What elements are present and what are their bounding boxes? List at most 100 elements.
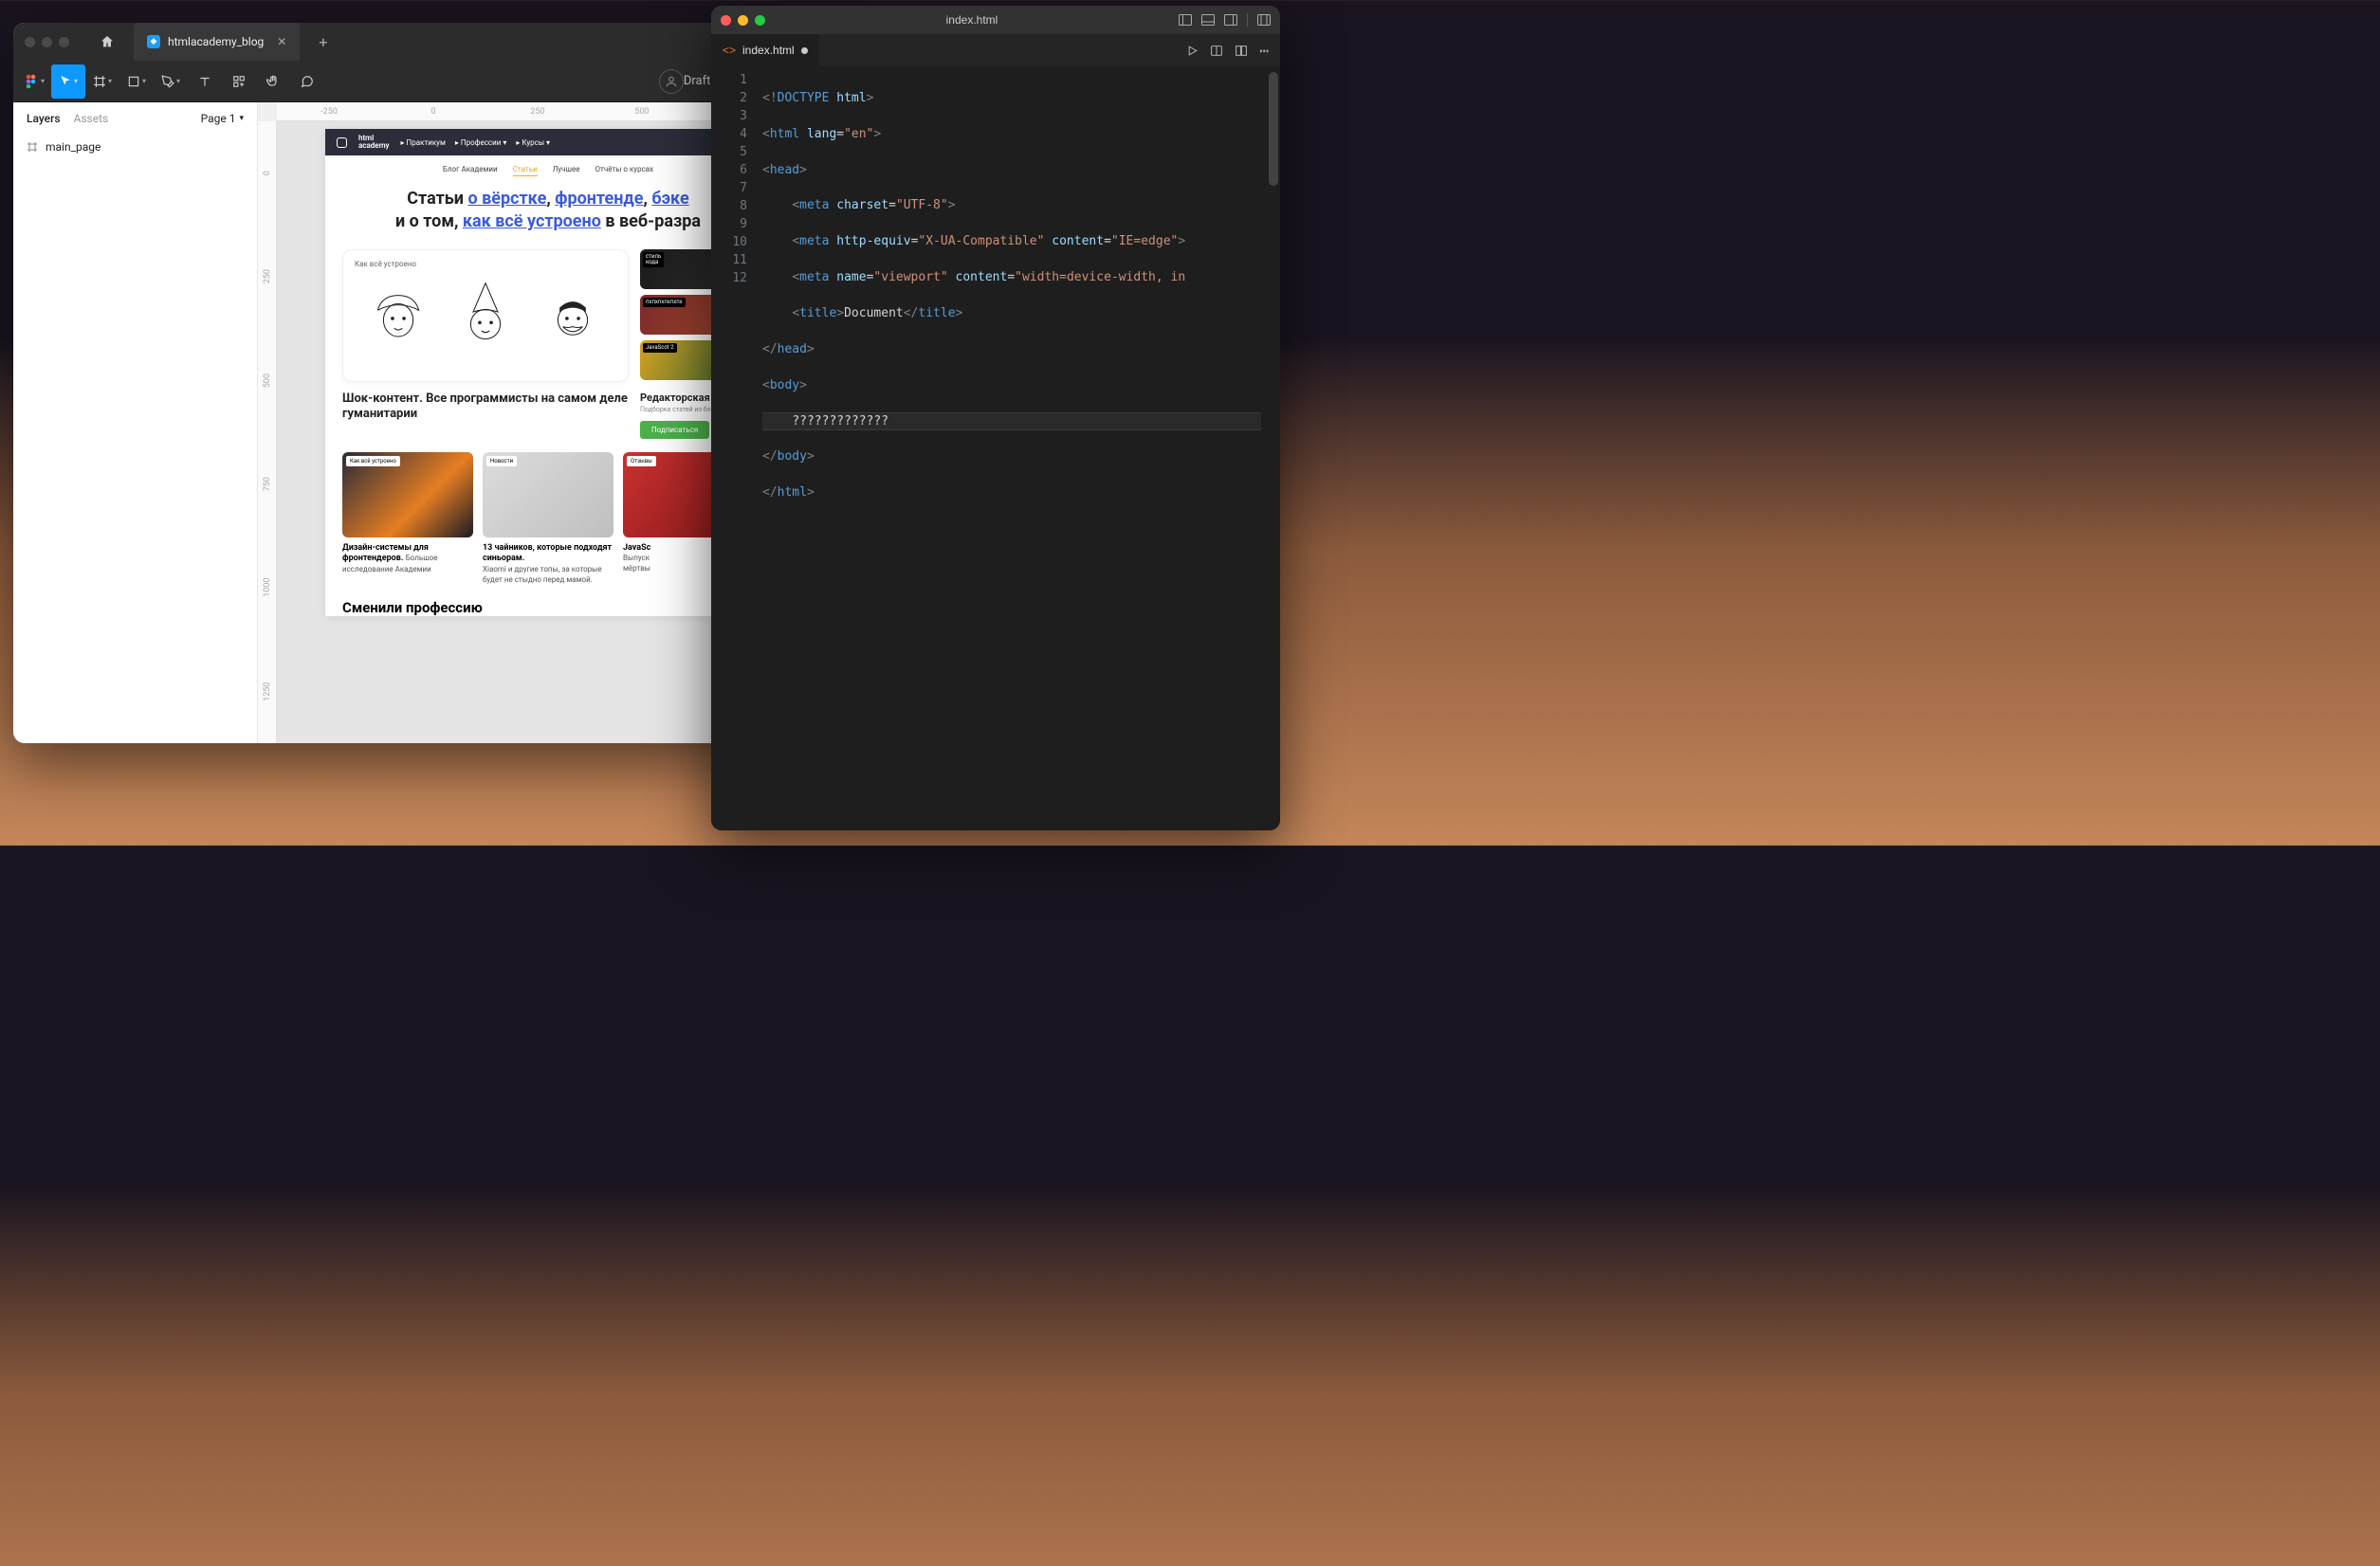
card-sub: Xiaomi и другие топы, за которые будет н…: [483, 565, 613, 586]
hero-heading: Статьи о вёрстке, фронтенде, бэке и о то…: [354, 188, 742, 234]
subnav-item: Блог Академии: [443, 165, 498, 176]
vscode-titlebar: index.html: [711, 6, 1280, 34]
line-gutter: 1 2 3 4 5 6 7 8 9 10 11 12: [711, 66, 757, 830]
unsaved-dot-icon: [801, 47, 808, 54]
layout-icon[interactable]: [1257, 14, 1271, 26]
face-cowboy-icon: [374, 278, 423, 346]
frame-tool[interactable]: ▾: [85, 64, 119, 99]
traffic-min-icon[interactable]: [42, 37, 52, 47]
nav-item: ▸ Профессии ▾: [455, 138, 506, 147]
more-icon[interactable]: ⋯: [1259, 42, 1269, 60]
chevron-down-icon: ▾: [41, 77, 45, 85]
pen-icon: [161, 75, 174, 88]
chevron-down-icon: ▾: [108, 77, 112, 85]
split-editor-icon[interactable]: [1235, 45, 1248, 57]
hand-tool[interactable]: [256, 64, 290, 99]
line-number: 1: [711, 72, 747, 90]
face-mustache-icon: [548, 278, 597, 346]
card-chip: Отзывы: [627, 456, 656, 466]
user-avatar[interactable]: [659, 69, 684, 94]
panel-right-icon[interactable]: [1224, 14, 1237, 26]
traffic-close-icon[interactable]: [25, 37, 35, 47]
figma-file-icon: ◆: [147, 35, 160, 48]
new-tab-button[interactable]: +: [307, 33, 339, 51]
subnav-item: Лучшее: [553, 165, 580, 176]
vscode-tabbar: <> index.html ⋯: [711, 34, 1280, 66]
side-badge: стиль кода: [643, 252, 664, 267]
card-chip: Новости: [486, 456, 517, 466]
code-editor[interactable]: 1 2 3 4 5 6 7 8 9 10 11 12 <!DOCTYPE htm…: [711, 66, 1280, 830]
panel-left-icon[interactable]: [1179, 14, 1192, 26]
code-line: <body>: [762, 377, 1280, 395]
person-icon: [665, 75, 678, 88]
main-menu-button[interactable]: ▾: [17, 64, 51, 99]
layer-item[interactable]: main_page: [13, 135, 257, 159]
tab-assets[interactable]: Assets: [74, 112, 109, 125]
editor-tab[interactable]: <> index.html: [711, 34, 820, 66]
feature-card: Как всё устроено: [342, 249, 629, 382]
design-frame[interactable]: html academy ▸ Практикум ▸ Профессии ▾ ▸…: [325, 129, 771, 616]
titlebar-layout-icons: [1179, 13, 1271, 27]
scrollbar[interactable]: [1269, 72, 1278, 688]
traffic-close-icon[interactable]: [721, 15, 731, 26]
line-number: 5: [711, 144, 747, 162]
cards-row: Как всё устроено Дизайн-системы для фрон…: [325, 445, 771, 592]
code-content[interactable]: <!DOCTYPE html> <html lang="en"> <head> …: [757, 66, 1280, 830]
run-icon[interactable]: [1186, 45, 1199, 57]
ruler-tick: 0: [381, 102, 485, 120]
rectangle-icon: [127, 75, 140, 88]
subnav-item: Отчёты о курсах: [595, 165, 653, 176]
code-line-active: ?????????????: [762, 412, 1261, 430]
panel-bottom-icon[interactable]: [1201, 14, 1215, 26]
design-topnav: ▸ Практикум ▸ Профессии ▾ ▸ Курсы ▾: [401, 138, 551, 147]
nav-item: ▸ Курсы ▾: [516, 138, 550, 147]
card-chip: Как всё устроено: [346, 456, 400, 466]
line-number: 10: [711, 234, 747, 252]
code-line: <meta name="viewport" content="width=dev…: [762, 269, 1280, 287]
move-tool[interactable]: ▾: [51, 64, 85, 99]
file-tab-title: htmlacademy_blog: [168, 35, 264, 48]
code-line: <!DOCTYPE html>: [762, 90, 1280, 108]
traffic-max-icon[interactable]: [59, 37, 69, 47]
vscode-window: index.html <> index.html ⋯ 1 2 3 4: [711, 6, 1280, 830]
figma-body: Layers Assets Page 1 ▾ main_page -250 0 …: [13, 102, 819, 743]
subscribe-button: Подписаться: [640, 421, 709, 439]
side-badge: пхпхпхпхпхпх: [643, 298, 686, 307]
resources-tool[interactable]: [222, 64, 256, 99]
home-tab[interactable]: [88, 23, 126, 61]
figma-window: ◆ htmlacademy_blog ✕ + ▾ ▾ ▾ ▾ ▾: [13, 23, 819, 743]
traffic-max-icon[interactable]: [755, 15, 765, 26]
figma-titlebar: ◆ htmlacademy_blog ✕ +: [13, 23, 819, 61]
text-tool[interactable]: [188, 64, 222, 99]
comment-icon: [301, 75, 314, 88]
design-topbar: html academy ▸ Практикум ▸ Профессии ▾ ▸…: [325, 129, 771, 155]
html-file-icon: <>: [723, 44, 736, 57]
article-card: Как всё устроено Дизайн-системы для фрон…: [342, 452, 473, 586]
code-line: </body>: [762, 448, 1280, 466]
file-tab[interactable]: ◆ htmlacademy_blog ✕: [134, 23, 300, 61]
shape-tool[interactable]: ▾: [119, 64, 154, 99]
line-number: 7: [711, 180, 747, 198]
split-preview-icon[interactable]: [1210, 45, 1223, 57]
ruler-vertical: 0 250 500 750 1000 1250: [258, 121, 277, 743]
scrollbar-thumb[interactable]: [1269, 72, 1278, 186]
page-selector-label: Page 1: [201, 112, 236, 125]
pen-tool[interactable]: ▾: [154, 64, 188, 99]
chevron-down-icon: ▾: [142, 77, 146, 85]
close-icon[interactable]: ✕: [271, 35, 286, 48]
window-traffic-lights[interactable]: [721, 15, 765, 26]
traffic-min-icon[interactable]: [738, 15, 748, 26]
window-title: index.html: [765, 13, 1179, 27]
figma-logo-icon: [24, 74, 39, 89]
page-selector[interactable]: Page 1 ▾: [201, 112, 244, 125]
code-line: <meta http-equiv="X-UA-Compatible" conte…: [762, 233, 1280, 251]
line-number: 4: [711, 126, 747, 144]
window-traffic-lights[interactable]: [25, 37, 69, 47]
logo-text: html academy: [358, 135, 390, 150]
card-tag: Как всё устроено: [355, 260, 616, 268]
tab-layers[interactable]: Layers: [27, 112, 61, 125]
nav-item: ▸ Практикум: [401, 138, 446, 147]
frame-icon: [93, 75, 106, 88]
comment-tool[interactable]: [290, 64, 324, 99]
feature-row: Как всё устроено стиль кода пхпхпхпхпхпх…: [325, 249, 771, 382]
